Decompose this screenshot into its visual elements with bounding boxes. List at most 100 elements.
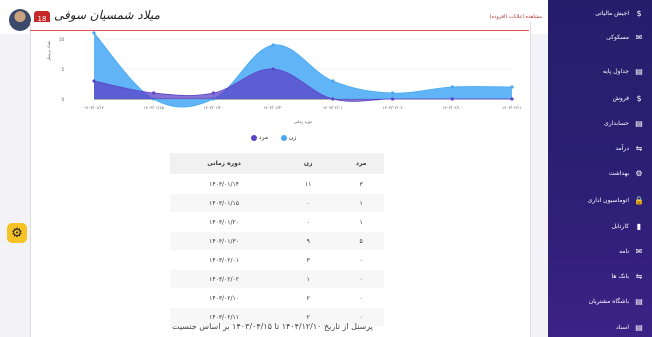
sidebar-item-icon: ▤	[635, 296, 643, 306]
legend-male-swatch	[251, 134, 257, 141]
sidebar-item-icon: ⇋	[635, 143, 643, 153]
cell-male: ۱	[338, 193, 384, 213]
sidebar-item-9[interactable]: ▮ کارتابل	[612, 219, 644, 233]
data-point	[92, 31, 96, 35]
sidebar-item-label: فروش	[612, 94, 629, 102]
avatar[interactable]	[9, 9, 31, 31]
x-tick-label: ۱۴۰۳/۰۱/۲۰	[203, 105, 223, 110]
sidebar-item-11[interactable]: ⇋ بانک ها	[612, 269, 644, 283]
legend-item-male[interactable]: مرد	[248, 134, 268, 141]
sidebar-item-icon: 🔒	[634, 195, 644, 205]
cell-period: ۱۴۰۳/۰۱/۳۰	[170, 231, 279, 251]
x-tick-label: ۱۴۰۳/۰۱/۱۵	[144, 105, 164, 110]
data-point	[390, 91, 395, 95]
top-note[interactable]: مشاهده اعلانات (افزوده)	[490, 14, 542, 20]
legend-female-swatch	[281, 134, 288, 141]
sidebar-item-13[interactable]: ▤ اسناد	[616, 320, 644, 334]
cell-female: ۲	[278, 288, 339, 308]
cell-period: ۱۴۰۳/۰۱/۱۴	[170, 174, 279, 194]
sidebar-item-label: بهداشت	[608, 169, 629, 177]
table-row: ۰ ۲ ۱۴۰۳/۰۲/۱۰	[170, 288, 384, 308]
sidebar-item-label: کارتابل	[611, 222, 629, 230]
sidebar-item-10[interactable]: ✉ نامه	[619, 244, 644, 258]
data-point	[450, 97, 454, 101]
sidebar-item-5[interactable]: ▤ حسابداری	[604, 116, 644, 130]
col-header-male[interactable]: مرد	[338, 153, 384, 175]
sidebar-item-label: مسکوکی	[606, 33, 629, 41]
data-point	[390, 97, 395, 101]
data-point	[510, 85, 514, 89]
cell-period: ۱۴۰۳/۰۱/۱۵	[170, 193, 279, 213]
sidebar-item-icon: ▤	[635, 322, 643, 332]
sidebar-item-icon: ⚙	[635, 168, 643, 178]
table-header-row: مرد زن دوره زمانی	[170, 153, 384, 175]
col-header-period[interactable]: دوره زمانی	[170, 153, 279, 175]
y-tick-label: 10	[59, 37, 65, 42]
y-tick-label: 5	[61, 67, 64, 72]
sidebar-item-icon: ▤	[635, 118, 643, 128]
report-caption: پرسنل از تاریخ ۱۴۰۴/۱۲/۱۰ تا ۱۴۰۳/۰۴/۱۵ …	[172, 322, 373, 331]
data-point	[211, 91, 216, 95]
sidebar-item-label: اسناد	[615, 323, 629, 331]
legend-male-label: مرد	[258, 134, 269, 141]
sidebar-item-label: حسابداری	[604, 119, 629, 127]
sidebar-item-label: باشگاه مشتریان	[588, 297, 629, 305]
cell-period: ۱۴۰۳/۰۲/۱۰	[170, 288, 279, 308]
sidebar-item-icon: ▤	[635, 66, 643, 76]
sidebar-item-label: نامه	[619, 247, 629, 255]
x-tick-label: ۱۴۰۳/۰۲/۰۲	[383, 105, 403, 110]
sidebar-item-label: جداول پایه	[602, 67, 629, 75]
table-row: ۰ ۱ ۱۴۰۳/۰۲/۰۲	[170, 269, 384, 289]
cell-female: ۳	[278, 250, 339, 270]
cell-female: ۱	[278, 269, 339, 289]
sidebar-item-6[interactable]: ⇋ درآمد	[615, 141, 644, 155]
data-point	[271, 67, 275, 71]
sidebar-item-1[interactable]: $ اجیش مالیاتی	[595, 6, 644, 20]
sidebar-item-label: بانک ها	[611, 272, 629, 280]
sidebar-item-icon: $	[636, 8, 642, 18]
data-point	[331, 79, 335, 83]
data-point	[152, 91, 156, 95]
sidebar-item-2[interactable]: ✉ مسکوکی	[606, 30, 644, 44]
table-body: ۳ ۱۱ ۱۴۰۳/۰۱/۱۴ ۱ ۰ ۱۴۰۳/۰۱/۱۵ ۱ ۰ ۱۴۰۳/۰۱/۲۰ ۵ ۹ ۱…	[170, 174, 384, 326]
data-point	[271, 43, 275, 47]
sidebar-item-8[interactable]: 🔒 اتوماسیون اداری	[588, 193, 644, 207]
cell-female: ۰	[278, 212, 339, 232]
data-point	[510, 97, 514, 101]
sidebar-item-icon: ⇋	[635, 271, 643, 281]
table-row: ۵ ۹ ۱۴۰۳/۰۱/۳۰	[170, 231, 384, 251]
cell-male: ۰	[338, 250, 384, 270]
sidebar-item-3[interactable]: ▤ جداول پایه	[603, 64, 644, 78]
sidebar-item-icon: ▮	[636, 221, 642, 231]
y-tick-label: 0	[61, 97, 64, 102]
data-point	[450, 85, 454, 89]
table-row: ۰ ۳ ۱۴۰۳/۰۲/۰۱	[170, 250, 384, 270]
x-axis-label: دوره زمانی	[294, 119, 313, 124]
x-tick-label: ۱۴۰۳/۰۱/۱۴	[84, 105, 104, 110]
cell-female: ۹	[278, 231, 339, 251]
x-tick-label: ۱۴۰۳/۰۱/۳۰	[263, 105, 283, 110]
cell-male: ۰	[338, 288, 384, 308]
sidebar-item-7[interactable]: ⚙ بهداشت	[609, 166, 644, 180]
cell-female: ۱۱	[278, 174, 339, 194]
sidebar-item-4[interactable]: $ فروش	[613, 91, 644, 105]
data-point	[331, 97, 335, 101]
x-tick-label: ۱۴۰۳/۰۲/۱۱	[502, 105, 522, 110]
x-tick-label: ۱۴۰۳/۰۲/۱۰	[442, 105, 462, 110]
table-row: ۱ ۰ ۱۴۰۳/۰۱/۱۵	[170, 193, 384, 213]
sidebar-item-icon: $	[636, 93, 642, 103]
cell-male: ۳	[338, 174, 384, 194]
area-chart: 0 5 10 تعداد پرسنل ۱۴۰۳/۰۱/۱۴ ۱۴۰۳/۰۱/۱۵ ۱۴۰۳/…	[46, 31, 522, 124]
sidebar-item-label: اتوماسیون اداری	[587, 196, 629, 204]
legend-item-female[interactable]: زن	[278, 134, 296, 141]
table-row: ۳ ۱۱ ۱۴۰۳/۰۱/۱۴	[170, 174, 384, 194]
sidebar-item-12[interactable]: ▤ باشگاه مشتریان	[589, 294, 644, 308]
user-name[interactable]: میلاد شمسیان سوفی	[54, 8, 160, 22]
y-axis-label: تعداد پرسنل	[46, 41, 51, 61]
sidebar-item-label: درآمد	[615, 144, 629, 152]
data-point	[92, 79, 96, 83]
sidebar-item-icon: ✉	[635, 246, 643, 256]
settings-gear-icon[interactable]: ⚙	[7, 223, 27, 243]
cell-period: ۱۴۰۳/۰۲/۰۲	[170, 269, 279, 289]
col-header-female[interactable]: زن	[278, 153, 339, 175]
